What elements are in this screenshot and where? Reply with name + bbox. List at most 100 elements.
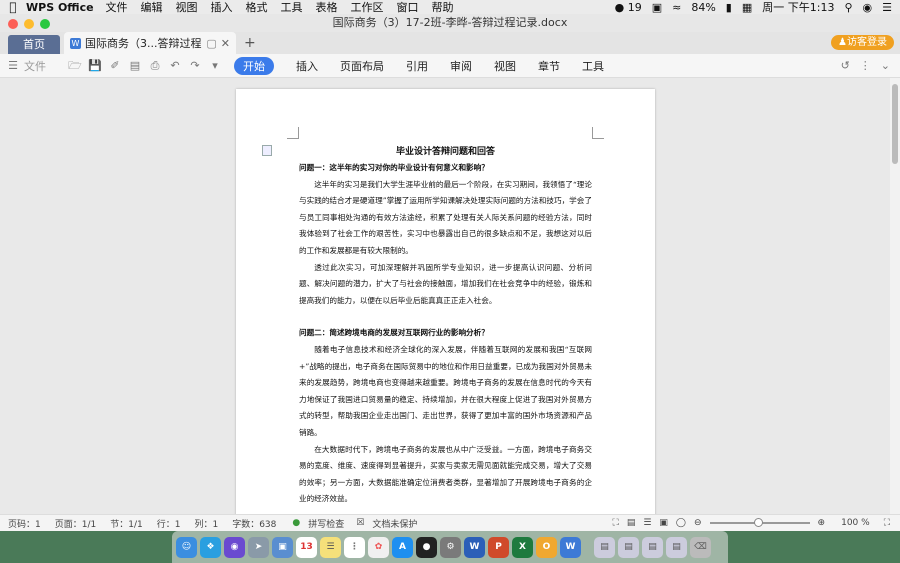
siri-dock-icon[interactable]: ◉ [224, 536, 245, 558]
spotlight-icon[interactable]: ⚲ [844, 1, 852, 14]
zoom-in-icon[interactable]: ⊕ [818, 518, 826, 528]
menu-insert[interactable]: 插入 [211, 0, 233, 15]
ribbon-tab-insert[interactable]: 插入 [296, 58, 318, 74]
qq-icon[interactable]: ● [416, 536, 437, 558]
ribbon-tab-view[interactable]: 视图 [494, 58, 516, 74]
menu-bar:  WPS Office 文件 编辑 视图 插入 格式 工具 表格 工作区 窗口… [0, 0, 900, 14]
app-store-icon[interactable]: A [392, 536, 413, 558]
reminders-icon[interactable]: ⋮ [344, 536, 365, 558]
ribbon-tab-references[interactable]: 引用 [406, 58, 428, 74]
safari-icon[interactable]: ❖ [200, 536, 221, 558]
question-1: 问题一：这半年的实习对你的毕业设计有何意义和影响？ [299, 163, 489, 172]
collapse-ribbon-icon[interactable]: ⌄ [881, 59, 890, 72]
status-word-count[interactable]: 字数：638 [232, 517, 276, 530]
new-tab-button[interactable]: + [244, 32, 256, 54]
menu-table[interactable]: 表格 [316, 0, 338, 15]
calendar-icon[interactable]: 13 [296, 536, 317, 558]
vertical-scrollbar[interactable] [890, 78, 900, 514]
file-menu-button[interactable]: 文件 [24, 58, 46, 74]
zoom-out-icon[interactable]: ⊖ [694, 518, 702, 528]
save-icon[interactable]: 💾 [88, 59, 102, 73]
format-painter-icon[interactable]: ✐ [108, 59, 122, 73]
app-name-menu[interactable]: WPS Office [26, 1, 94, 14]
battery-percent[interactable]: 84% [691, 1, 715, 14]
close-tab-icon[interactable]: ✕ [221, 37, 230, 50]
battery-icon[interactable]: ▮ [726, 1, 732, 14]
document-thumbnail-1[interactable]: ▤ [594, 536, 615, 558]
menu-help[interactable]: 帮助 [432, 0, 454, 15]
scrollbar-thumb[interactable] [892, 84, 898, 164]
launchpad-icon[interactable]: ➤ [248, 536, 269, 558]
close-window-button[interactable] [8, 19, 18, 29]
tab-home[interactable]: 首页 [8, 35, 60, 54]
print-icon[interactable]: ⎙ [148, 59, 162, 73]
status-page-number[interactable]: 页码：1 [8, 517, 41, 530]
ribbon-tab-start[interactable]: 开始 [234, 56, 274, 75]
tab-screen-icon[interactable]: ▢ [206, 37, 216, 50]
menu-file[interactable]: 文件 [106, 0, 128, 15]
spell-check-button[interactable]: 拼写检查 [308, 517, 344, 530]
document-page[interactable]: 毕业设计答辩问题和回答 问题一：这半年的实习对你的毕业设计有何意义和影响？ 这半… [236, 89, 655, 514]
photos-icon[interactable]: ✿ [368, 536, 389, 558]
qq-status-icon[interactable]: ● 19 [615, 1, 642, 14]
undo-icon[interactable]: ↶ [168, 59, 182, 73]
zoom-window-button[interactable] [40, 19, 50, 29]
page-view-icon[interactable]: ▤ [627, 518, 636, 528]
document-thumbnail-3[interactable]: ▤ [642, 536, 663, 558]
full-screen-view-icon[interactable]: ⛶ [613, 518, 619, 528]
hamburger-menu-icon[interactable]: ☰ [6, 59, 20, 73]
zoom-slider-knob[interactable] [753, 518, 763, 527]
fit-window-icon[interactable]: ⛶ [884, 518, 890, 528]
protect-icon[interactable]: ☒ [356, 518, 364, 528]
zoom-level[interactable]: 100 % [841, 518, 870, 528]
outline-view-icon[interactable]: ☰ [643, 518, 651, 528]
print-preview-icon[interactable]: ▤ [128, 59, 142, 73]
web-view-icon[interactable]: ▣ [659, 518, 668, 528]
document-canvas[interactable]: 毕业设计答辩问题和回答 问题一：这半年的实习对你的毕业设计有何意义和影响？ 这半… [0, 78, 890, 514]
clock[interactable]: 周一 下午1:13 [762, 0, 834, 15]
siri-icon[interactable]: ◉ [863, 1, 873, 14]
input-method-icon[interactable]: ▦ [742, 1, 752, 14]
more-icon[interactable]: ⋮ [860, 59, 871, 72]
notes-icon[interactable]: ☰ [320, 536, 341, 558]
airplay-icon[interactable]: ▣ [652, 1, 662, 14]
zoom-slider[interactable] [709, 518, 810, 527]
document-protection-button[interactable]: 文档未保护 [372, 517, 417, 530]
redo-icon[interactable]: ↷ [188, 59, 202, 73]
more-dropdown-icon[interactable]: ▾ [208, 59, 222, 73]
tab-document[interactable]: W 国际商务（3...答辩过程记录 ▢ ✕ [64, 32, 236, 54]
spell-check-icon[interactable]: ● [292, 518, 300, 528]
document-thumbnail-4[interactable]: ▤ [666, 536, 687, 558]
share-icon[interactable]: ↺ [841, 59, 850, 72]
menu-edit[interactable]: 编辑 [141, 0, 163, 15]
ribbon-tab-review[interactable]: 审阅 [450, 58, 472, 74]
apple-icon[interactable]:  [0, 0, 26, 14]
menu-view[interactable]: 视图 [176, 0, 198, 15]
menu-format[interactable]: 格式 [246, 0, 268, 15]
wps-icon[interactable]: W [560, 536, 581, 558]
guest-login-button[interactable]: ♟访客登录 [831, 35, 894, 50]
system-preferences-icon[interactable]: ⚙ [440, 536, 461, 558]
wifi-icon[interactable]: ≈ [672, 1, 681, 14]
document-body[interactable]: 毕业设计答辩问题和回答 问题一：这半年的实习对你的毕业设计有何意义和影响？ 这半… [299, 144, 592, 508]
open-folder-icon[interactable]: 🗁 [68, 59, 82, 73]
finder-icon[interactable]: ☺ [176, 536, 197, 558]
trash-icon[interactable]: ⌫ [690, 536, 711, 558]
notification-center-icon[interactable]: ☰ [882, 1, 892, 14]
ribbon-tab-chapter[interactable]: 章节 [538, 58, 560, 74]
read-mode-icon[interactable]: ◯ [676, 518, 686, 528]
menu-window[interactable]: 窗口 [397, 0, 419, 15]
ribbon-tab-tools[interactable]: 工具 [582, 58, 604, 74]
outlook-icon[interactable]: O [536, 536, 557, 558]
minimize-window-button[interactable] [24, 19, 34, 29]
powerpoint-icon[interactable]: P [488, 536, 509, 558]
menu-tools[interactable]: 工具 [281, 0, 303, 15]
menu-workspace[interactable]: 工作区 [351, 0, 384, 15]
word-icon[interactable]: W [464, 536, 485, 558]
ribbon-tab-page-layout[interactable]: 页面布局 [340, 58, 384, 74]
window-title: 国际商务（3）17-2班-李晔-答辩过程记录.docx [332, 16, 568, 29]
excel-icon[interactable]: X [512, 536, 533, 558]
paragraph-doc-icon[interactable] [262, 145, 272, 156]
preview-icon[interactable]: ▣ [272, 536, 293, 558]
document-thumbnail-2[interactable]: ▤ [618, 536, 639, 558]
